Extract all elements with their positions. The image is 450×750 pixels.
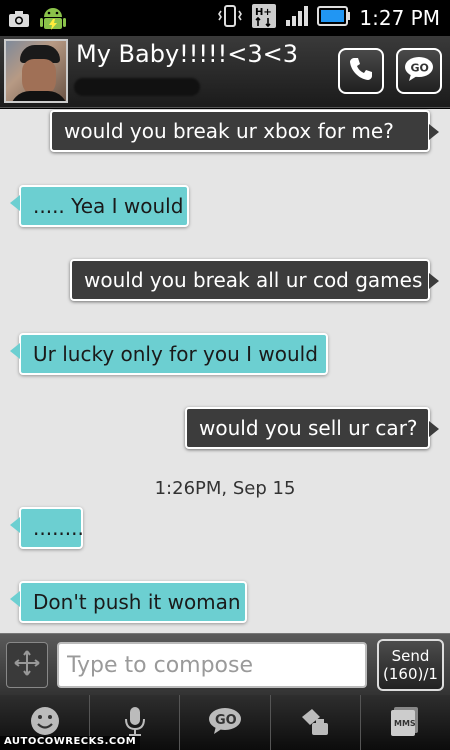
go-label: GO bbox=[411, 62, 429, 75]
compose-bar: Send (160)/1 bbox=[0, 633, 450, 695]
phone-icon bbox=[347, 55, 375, 87]
go-icon: GO bbox=[207, 706, 243, 740]
camera-icon bbox=[8, 10, 30, 32]
compose-input[interactable] bbox=[57, 642, 367, 688]
message-incoming[interactable]: ..... Yea I would bbox=[10, 185, 189, 227]
mms-button[interactable]: MMS bbox=[361, 695, 450, 750]
message-incoming[interactable]: Ur lucky only for you I would bbox=[10, 333, 328, 375]
message-outgoing[interactable]: would you break ur xbox for me? bbox=[50, 110, 439, 152]
doodle-button[interactable] bbox=[271, 695, 361, 750]
message-outgoing[interactable]: would you break all ur cod games bbox=[70, 259, 439, 301]
send-button[interactable]: Send (160)/1 bbox=[377, 639, 444, 691]
go-apps-button[interactable]: GO bbox=[180, 695, 271, 750]
battery-icon bbox=[317, 5, 351, 31]
mms-label: MMS bbox=[394, 719, 416, 728]
call-button[interactable] bbox=[338, 48, 384, 94]
avatar[interactable] bbox=[4, 39, 68, 103]
contact-number-redacted bbox=[74, 78, 200, 96]
message-outgoing[interactable]: would you sell ur car? bbox=[185, 407, 439, 449]
speech-bubble-go-icon: GO bbox=[403, 55, 435, 87]
message-incoming[interactable]: ........ bbox=[10, 507, 84, 549]
android-debug-icon bbox=[38, 5, 68, 37]
conversation-timestamp: 1:26PM, Sep 15 bbox=[154, 478, 296, 499]
go-button[interactable]: GO bbox=[396, 48, 442, 94]
message-incoming[interactable]: Don't push it woman bbox=[10, 581, 247, 623]
status-bar: H+ 1:27 PM bbox=[0, 0, 450, 36]
network-hplus-icon: H+ bbox=[251, 3, 277, 33]
char-counter: (160)/1 bbox=[383, 665, 438, 683]
contact-name: My Baby!!!!!<3<3 bbox=[76, 40, 299, 68]
watermark: AUTOCOWRECKS.COM bbox=[0, 736, 141, 750]
network-badge-text: H+ bbox=[255, 7, 272, 18]
move-arrows-icon bbox=[12, 648, 42, 682]
conversation-thread[interactable]: would you break ur xbox for me? ..... Ye… bbox=[0, 109, 450, 633]
mms-icon: MMS bbox=[388, 705, 422, 741]
send-label: Send bbox=[391, 647, 430, 665]
expand-button[interactable] bbox=[6, 642, 48, 688]
toolbar-go-label: GO bbox=[215, 713, 237, 728]
status-time: 1:27 PM bbox=[359, 6, 440, 30]
vibrate-icon bbox=[217, 4, 243, 32]
signal-icon bbox=[285, 5, 309, 31]
paint-icon bbox=[298, 705, 332, 741]
contact-header: My Baby!!!!!<3<3 GO bbox=[0, 36, 450, 108]
